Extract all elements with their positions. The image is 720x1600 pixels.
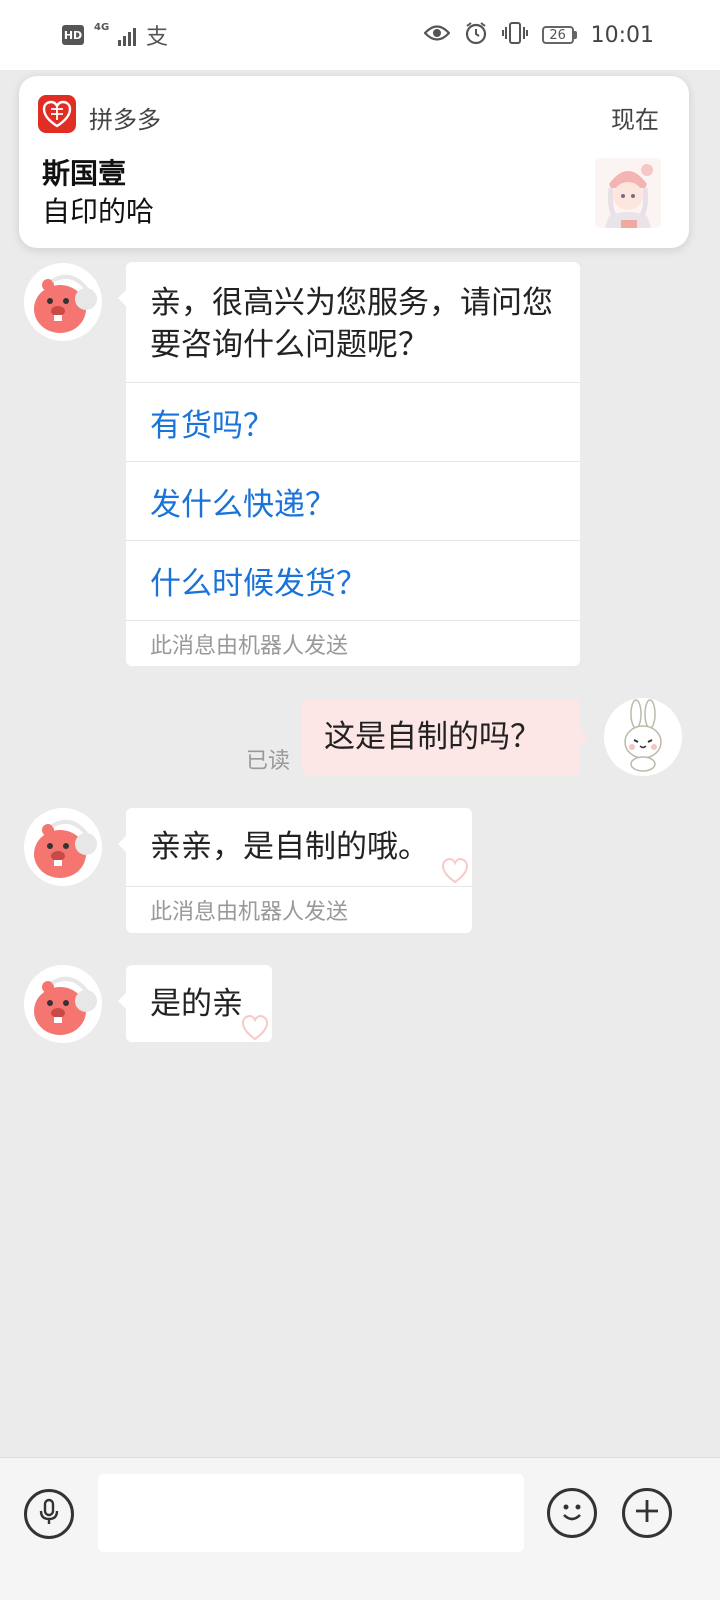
more-options-button[interactable]: [622, 1488, 672, 1538]
reply-message-text: 亲亲，是自制的哦。: [150, 829, 429, 865]
status-right: 26 10:01: [423, 0, 654, 70]
read-status: 已读: [246, 749, 291, 774]
signal-icon: 4G: [94, 22, 136, 48]
outgoing-message-text: 这是自制的吗？: [324, 719, 541, 755]
message-input[interactable]: [98, 1474, 524, 1552]
user-avatar[interactable]: [604, 698, 682, 776]
alarm-icon: [464, 21, 488, 49]
message-input-bar: [0, 1457, 720, 1600]
reply-message-bubble: 亲亲，是自制的哦。 此消息由机器人发送: [118, 808, 472, 933]
status-left: HD 4G 支: [62, 0, 168, 70]
battery-icon: 26: [541, 26, 577, 44]
reply-message-text: 是的亲: [150, 986, 243, 1022]
notification-banner[interactable]: 拼多多 现在 斯国壹 自印的哈: [19, 76, 689, 248]
robot-sent-note: 此消息由机器人发送: [126, 886, 472, 933]
quick-reply-in-stock[interactable]: 有货吗？: [126, 382, 580, 461]
pinduoduo-app-icon: [38, 95, 76, 133]
microphone-icon: [38, 1498, 60, 1530]
merchant-avatar[interactable]: [24, 263, 102, 341]
quick-reply-courier[interactable]: 发什么快递？: [126, 461, 580, 540]
sender-avatar-thumbnail: [595, 158, 661, 228]
notification-sender: 斯国壹: [42, 157, 127, 190]
pinduoduo-watermark-icon: [240, 1012, 270, 1042]
outgoing-message-bubble[interactable]: 这是自制的吗？: [302, 699, 588, 775]
notification-message: 自印的哈: [42, 195, 155, 228]
welcome-message-text: 亲，很高兴为您服务，请问您要咨询什么问题呢？: [150, 285, 553, 363]
merchant-avatar[interactable]: [24, 965, 102, 1043]
emoji-icon: [554, 1493, 590, 1533]
merchant-avatar[interactable]: [24, 808, 102, 886]
clock: 10:01: [590, 22, 654, 48]
emoji-button[interactable]: [547, 1488, 597, 1538]
robot-sent-note: 此消息由机器人发送: [126, 620, 580, 666]
vibrate-icon: [501, 21, 528, 49]
welcome-message-bubble: 亲，很高兴为您服务，请问您要咨询什么问题呢？ 有货吗？ 发什么快递？ 什么时候发…: [118, 262, 580, 666]
alipay-icon: 支: [146, 25, 169, 50]
eye-icon: [423, 24, 451, 46]
reply-message-bubble: 是的亲: [118, 965, 272, 1042]
pinduoduo-watermark-icon: [440, 855, 470, 885]
quick-reply-ship-time[interactable]: 什么时候发货？: [126, 540, 580, 620]
notification-time: 现在: [611, 106, 659, 134]
voice-input-button[interactable]: [24, 1489, 74, 1539]
status-bar: HD 4G 支 26 10:01: [0, 0, 720, 70]
hd-icon: HD: [62, 25, 84, 45]
notification-app-name: 拼多多: [89, 106, 161, 134]
plus-icon: [632, 1496, 662, 1530]
